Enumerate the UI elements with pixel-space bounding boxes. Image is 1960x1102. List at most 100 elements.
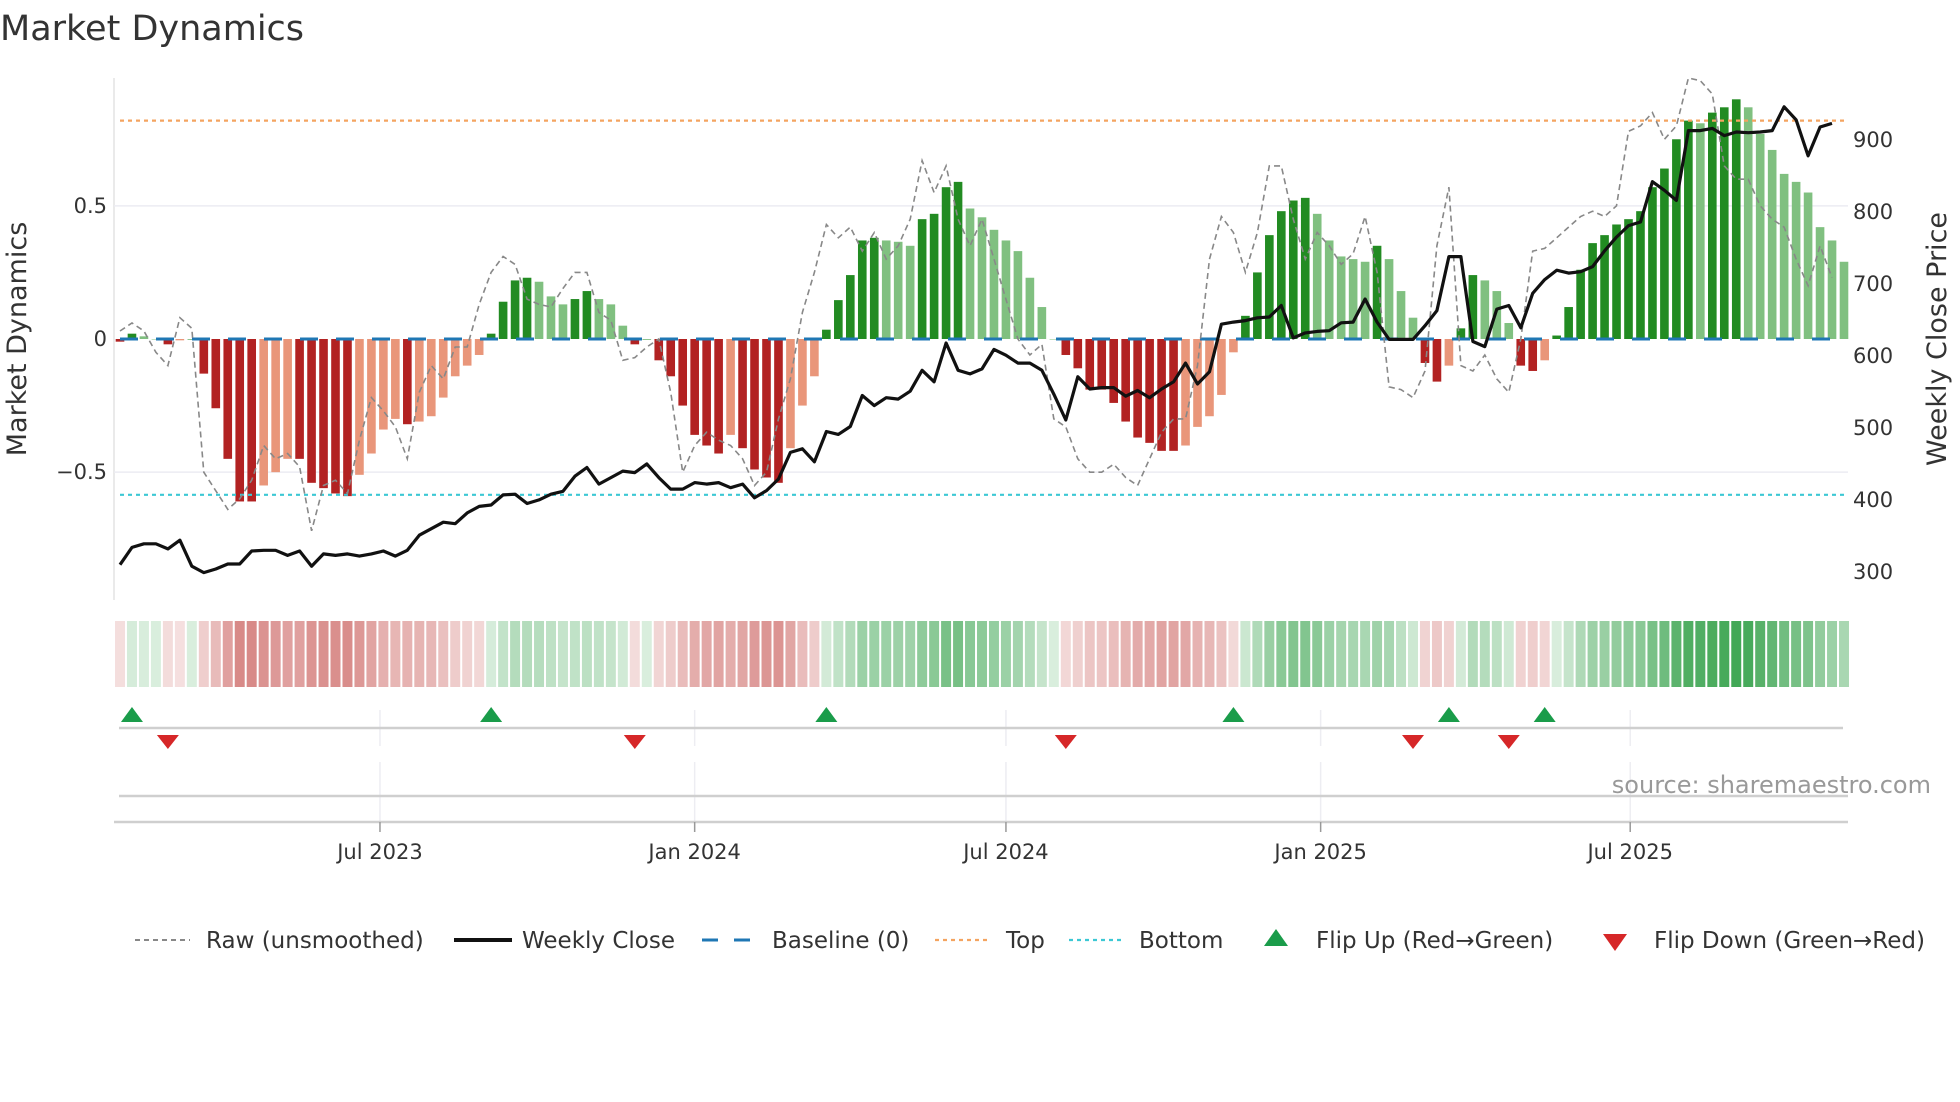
heat-cell <box>1443 621 1454 687</box>
heat-cell <box>809 621 820 687</box>
heat-cell <box>1024 621 1035 687</box>
heat-cell <box>917 621 928 687</box>
momentum-bar <box>247 339 257 502</box>
momentum-bar <box>1217 339 1226 395</box>
heat-cell <box>929 621 940 687</box>
momentum-bar <box>1181 339 1190 446</box>
heat-cell <box>222 621 233 687</box>
momentum-bar <box>1731 99 1741 339</box>
heat-cell <box>905 621 916 687</box>
legend-label: Raw (unsmoothed) <box>206 928 424 954</box>
momentum-bar <box>522 277 532 339</box>
momentum-bar <box>845 275 855 339</box>
heat-cell <box>869 621 880 687</box>
heat-cell <box>569 621 580 687</box>
momentum-bar <box>1504 323 1514 339</box>
heat-cell <box>1431 621 1442 687</box>
heat-cell <box>557 621 568 687</box>
x-tick-label: Jan 2025 <box>1272 840 1367 864</box>
heat-cell <box>701 621 712 687</box>
heat-cell <box>1779 621 1790 687</box>
heat-cell <box>246 621 257 687</box>
heat-cell <box>1467 621 1478 687</box>
heat-cell <box>1683 621 1694 687</box>
momentum-bar <box>1073 339 1083 369</box>
momentum-bar <box>1480 280 1490 339</box>
heat-cell <box>965 621 976 687</box>
momentum-bar <box>1767 149 1777 339</box>
momentum-bar <box>1672 139 1681 339</box>
right-tick-label: 400 <box>1853 488 1893 512</box>
momentum-bar <box>905 245 915 339</box>
legend: Raw (unsmoothed) Weekly Close Baseline (0)… <box>135 928 1925 954</box>
right-tick-label: 600 <box>1853 344 1893 368</box>
legend-item-bottom: Bottom <box>1069 928 1223 954</box>
heat-cell <box>1491 621 1502 687</box>
momentum-bar <box>235 339 245 502</box>
momentum-bar <box>798 339 807 406</box>
heat-cell <box>474 621 485 687</box>
momentum-bar <box>1540 339 1550 361</box>
heat-cell <box>857 621 868 687</box>
heat-cell <box>617 621 628 687</box>
heat-cell <box>378 621 389 687</box>
heat-cell <box>1719 621 1730 687</box>
heat-cell <box>1228 621 1239 687</box>
heat-cell <box>546 621 556 687</box>
heat-cell <box>1515 621 1526 687</box>
x-tick-label: Jul 2024 <box>961 840 1048 864</box>
heat-cell <box>330 621 341 687</box>
heat-cell <box>1396 621 1407 687</box>
right-tick-label: 800 <box>1853 200 1893 224</box>
heat-cell <box>414 621 425 687</box>
triangle-up-icon <box>1264 929 1288 946</box>
heat-cell <box>1575 621 1586 687</box>
momentum-bar <box>1636 211 1645 339</box>
momentum-bar <box>570 299 580 339</box>
heat-cell <box>270 621 281 687</box>
heat-cell <box>1587 621 1598 687</box>
momentum-bar <box>1384 259 1394 339</box>
momentum-bar <box>438 339 448 398</box>
heat-cell <box>306 621 317 687</box>
heat-cell <box>1096 621 1107 687</box>
momentum-bar <box>1324 240 1334 339</box>
momentum-bar <box>1205 339 1214 417</box>
momentum-bar <box>1229 339 1238 353</box>
heat-cell <box>737 621 748 687</box>
heat-cell <box>1252 621 1263 687</box>
heat-cell <box>953 621 964 687</box>
heat-cell <box>1791 621 1802 687</box>
heat-cell <box>713 621 724 687</box>
heat-cell <box>1551 621 1562 687</box>
right-axis-title: Weekly Close Price <box>1922 212 1953 466</box>
momentum-bar <box>1791 181 1801 339</box>
momentum-bar <box>343 339 352 497</box>
heat-cell <box>1144 621 1155 687</box>
momentum-bar <box>1109 339 1119 403</box>
legend-label: Flip Up (Red→Green) <box>1316 928 1553 954</box>
heat-cell <box>186 621 197 687</box>
heat-cell <box>402 621 413 687</box>
heat-cell <box>174 621 185 687</box>
momentum-bar <box>199 339 209 374</box>
flip-down-marker <box>1402 735 1424 749</box>
heat-cell <box>1324 621 1335 687</box>
momentum-bar <box>702 339 711 446</box>
heat-cell <box>450 621 461 687</box>
heat-cell <box>1419 621 1430 687</box>
heat-cell <box>115 621 125 687</box>
raw-line <box>119 77 1833 532</box>
momentum-bar <box>474 339 484 355</box>
heat-cell <box>761 621 772 687</box>
flip-down-marker <box>1497 735 1520 749</box>
heat-cell <box>1695 621 1706 687</box>
momentum-bar <box>857 240 867 339</box>
legend-item-flip-up: Flip Up (Red→Green) <box>1264 928 1553 954</box>
momentum-bar <box>1432 339 1442 382</box>
momentum-bar <box>1528 339 1538 371</box>
momentum-bar <box>1097 339 1107 390</box>
left-tick-label: 0 <box>94 327 107 351</box>
momentum-bar <box>941 187 951 339</box>
momentum-bar <box>618 325 628 339</box>
